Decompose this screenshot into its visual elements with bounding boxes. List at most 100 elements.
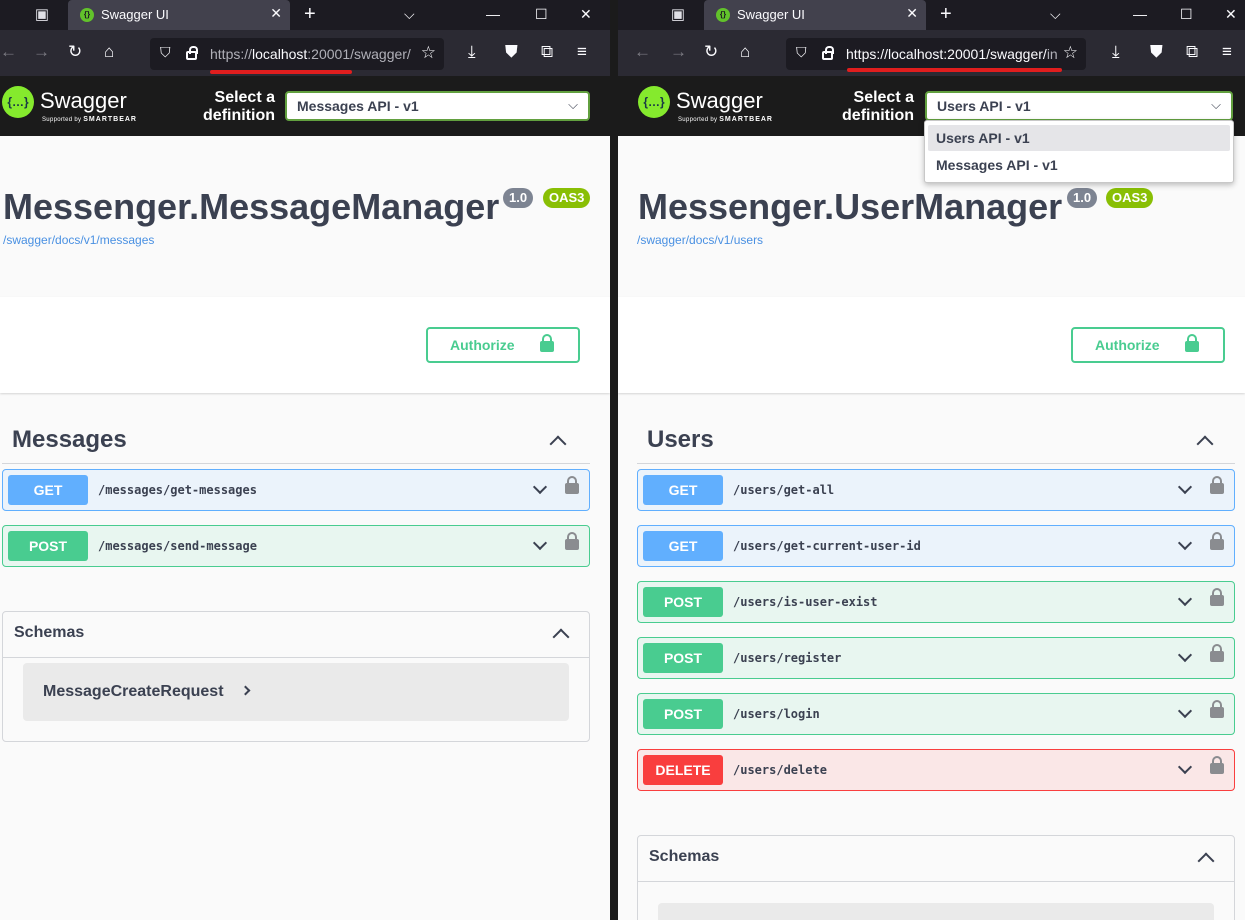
lock-icon[interactable] [1210,532,1224,550]
url-scheme: https:// [846,46,889,62]
forward-icon[interactable]: → [33,42,50,62]
opblock-is-user-exist[interactable]: POST /users/is-user-exist [637,581,1235,623]
lock-icon[interactable] [1210,644,1224,662]
bookmark-star-icon[interactable]: ☆ [421,43,436,63]
operation-path: /users/register [733,651,842,665]
tag-header-users[interactable]: Users [637,422,1235,464]
annotation-underline [847,68,1062,72]
chevron-down-icon[interactable] [1177,535,1193,551]
lock-icon[interactable] [1210,756,1224,774]
chevron-up-icon[interactable] [1196,435,1214,453]
opblock-get-current-user-id[interactable]: GET /users/get-current-user-id [637,525,1235,567]
bookmark-star-icon[interactable]: ☆ [1063,43,1078,63]
authorize-label: Authorize [1095,337,1160,353]
reload-icon[interactable]: ↻ [68,42,82,62]
swagger-logo-icon[interactable]: {…} [638,86,670,118]
method-badge: POST [643,587,723,617]
forward-icon[interactable]: → [670,42,687,62]
authorize-label: Authorize [450,337,515,353]
definition-select[interactable]: Messages API - v1 ⌵ [285,91,590,121]
home-icon[interactable]: ⌂ [740,42,750,62]
new-tab-icon[interactable]: + [940,3,952,25]
lock-icon[interactable] [565,476,579,494]
close-window-icon[interactable]: ✕ [1225,4,1237,24]
lock-icon[interactable] [186,46,198,60]
menu-icon[interactable]: ≡ [577,42,587,62]
chevron-up-icon[interactable] [549,435,567,453]
spec-link[interactable]: /swagger/docs/v1/messages [3,233,154,247]
opblock-get-messages[interactable]: GET /messages/get-messages [2,469,590,511]
definition-select-value: Messages API - v1 [297,98,419,114]
schemas-header[interactable]: Schemas [3,612,589,658]
shield-icon[interactable]: ⛉ [796,44,807,61]
chevron-up-icon[interactable] [1197,852,1215,870]
opblock-register[interactable]: POST /users/register [637,637,1235,679]
lock-icon[interactable] [565,532,579,550]
chevron-up-icon[interactable] [552,628,570,646]
opblock-delete[interactable]: DELETE /users/delete [637,749,1235,791]
url-bar[interactable]: ⛉ https://localhost:20001/swagger/in ☆ [786,38,1086,70]
minimize-icon[interactable]: — [1133,4,1147,24]
download-icon[interactable]: ⤓ [468,42,476,62]
tag-header-messages[interactable]: Messages [2,422,590,464]
definition-select[interactable]: Users API - v1 ⌵ [925,91,1233,121]
back-icon[interactable]: ← [0,42,17,62]
model-message-create-request[interactable]: MessageCreateRequest [23,663,569,721]
dropdown-option-users[interactable]: Users API - v1 [928,125,1230,151]
chevron-down-icon[interactable] [1177,759,1193,775]
schemas-section: Schemas [637,835,1235,920]
tab-title: Swagger UI [101,7,169,22]
chevron-down-icon[interactable] [1177,591,1193,607]
minimize-icon[interactable]: — [486,4,500,24]
chevron-down-icon[interactable] [1177,647,1193,663]
home-icon[interactable]: ⌂ [104,42,114,62]
shield-icon[interactable]: ⛉ [160,44,171,61]
shield-extension-icon[interactable]: ⛊ [1150,42,1163,62]
download-icon[interactable]: ⤓ [1112,42,1120,62]
shield-extension-icon[interactable]: ⛊ [505,42,518,62]
tab-list-chevron-icon[interactable]: ⌵ [404,4,415,24]
url-bar[interactable]: ⛉ https://localhost:20001/swagger/ ☆ [150,38,444,70]
chevron-down-icon: ⌵ [568,97,578,112]
browser-window-right: ▣ {} Swagger UI ✕ + ⌵ — ☐ ✕ ← → ↻ ⌂ ⛉ ht… [618,0,1245,920]
opblock-get-all[interactable]: GET /users/get-all [637,469,1235,511]
schemas-header[interactable]: Schemas [638,836,1234,882]
menu-icon[interactable]: ≡ [1222,42,1232,62]
authorize-button[interactable]: Authorize [426,327,580,363]
maximize-icon[interactable]: ☐ [1180,4,1193,24]
swagger-topbar: {…} Swagger Supported by SMARTBEAR Selec… [0,76,610,136]
chevron-down-icon[interactable] [532,535,548,551]
extensions-icon[interactable]: ⧉ [1186,42,1198,62]
chevron-down-icon[interactable] [1177,703,1193,719]
tab-title: Swagger UI [737,7,805,22]
authorize-button[interactable]: Authorize [1071,327,1225,363]
version-badge: 1.0 [1067,188,1098,208]
lock-icon[interactable] [1210,588,1224,606]
model-box-partial[interactable] [658,903,1214,920]
close-tab-icon[interactable]: ✕ [906,5,918,22]
lock-icon[interactable] [1210,476,1224,494]
reload-icon[interactable]: ↻ [704,42,718,62]
dropdown-option-messages[interactable]: Messages API - v1 [928,152,1230,178]
list-tabs-icon[interactable]: ▣ [28,4,56,26]
browser-tab[interactable]: {} Swagger UI ✕ [68,0,290,30]
list-tabs-icon[interactable]: ▣ [664,4,692,26]
swagger-logo-icon[interactable]: {…} [2,86,34,118]
close-tab-icon[interactable]: ✕ [270,5,282,22]
maximize-icon[interactable]: ☐ [535,4,548,24]
back-icon[interactable]: ← [634,42,651,62]
tab-list-chevron-icon[interactable]: ⌵ [1050,4,1061,24]
extensions-icon[interactable]: ⧉ [541,42,553,62]
opblock-send-message[interactable]: POST /messages/send-message [2,525,590,567]
browser-tab[interactable]: {} Swagger UI ✕ [704,0,926,30]
spec-link[interactable]: /swagger/docs/v1/users [637,233,763,247]
chevron-down-icon[interactable] [1177,479,1193,495]
lock-icon[interactable] [1210,700,1224,718]
chevron-down-icon[interactable] [532,479,548,495]
close-window-icon[interactable]: ✕ [580,4,592,24]
lock-icon[interactable] [822,46,834,60]
chevron-right-icon[interactable] [240,685,251,696]
opblock-login[interactable]: POST /users/login [637,693,1235,735]
new-tab-icon[interactable]: + [304,3,316,25]
swagger-favicon-icon: {} [716,8,730,22]
